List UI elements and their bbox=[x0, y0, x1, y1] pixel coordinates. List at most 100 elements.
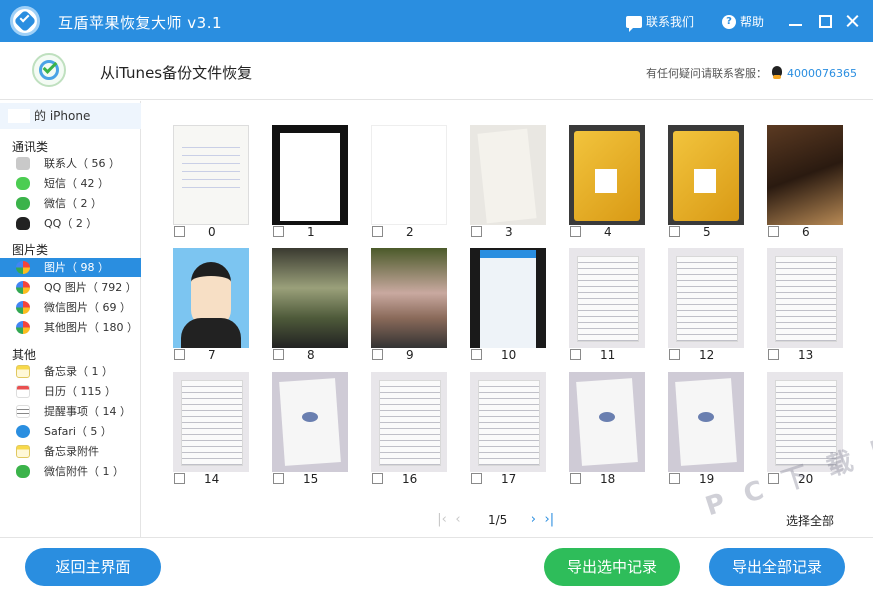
photo-checkbox[interactable] bbox=[669, 473, 680, 484]
wechat-icon bbox=[16, 197, 30, 210]
photo-thumbnail[interactable] bbox=[569, 372, 645, 472]
help-link[interactable]: ? 帮助 bbox=[722, 13, 764, 30]
sidebar-item-label: 短信（ 42 ） bbox=[44, 177, 109, 190]
photo-checkbox[interactable] bbox=[768, 226, 779, 237]
photo-checkbox[interactable] bbox=[273, 473, 284, 484]
photo-thumbnail[interactable] bbox=[569, 248, 645, 348]
photo-index: 14 bbox=[204, 472, 220, 486]
sidebar-item-label: 其他图片（ 180 ） bbox=[44, 321, 138, 334]
photo-thumbnail[interactable] bbox=[173, 372, 249, 472]
back-to-main-button[interactable]: 返回主界面 bbox=[25, 548, 161, 586]
photo-checkbox[interactable] bbox=[174, 349, 185, 360]
photo-checkbox[interactable] bbox=[570, 349, 581, 360]
sidebar-item-wechat-attachments[interactable]: 微信附件（ 1 ） bbox=[0, 462, 141, 481]
sidebar-item-wechat[interactable]: 微信（ 2 ） bbox=[0, 194, 141, 213]
photo-thumbnail[interactable] bbox=[668, 372, 744, 472]
device-item[interactable]: 的 iPhone bbox=[0, 103, 141, 129]
sidebar-item-other-photos[interactable]: 其他图片（ 180 ） bbox=[0, 318, 141, 337]
select-all-link[interactable]: 选择全部 bbox=[786, 512, 834, 529]
photo-checkbox[interactable] bbox=[570, 226, 581, 237]
sidebar-item-label: 提醒事项（ 14 ） bbox=[44, 405, 131, 418]
next-page-icon[interactable]: › bbox=[525, 511, 541, 529]
photo-thumbnail[interactable] bbox=[767, 125, 843, 225]
category-communication: 通讯类 bbox=[12, 140, 49, 154]
photo-thumbnail[interactable] bbox=[470, 372, 546, 472]
export-all-button[interactable]: 导出全部记录 bbox=[709, 548, 845, 586]
note-attachment-icon bbox=[16, 445, 30, 458]
photo-thumbnail[interactable] bbox=[668, 125, 744, 225]
sidebar-item-label: 微信附件（ 1 ） bbox=[44, 465, 124, 478]
export-selected-button[interactable]: 导出选中记录 bbox=[544, 548, 680, 586]
photo-thumbnail[interactable] bbox=[272, 125, 348, 225]
close-button[interactable] bbox=[843, 11, 863, 31]
photo-checkbox[interactable] bbox=[669, 349, 680, 360]
photo-checkbox[interactable] bbox=[372, 473, 383, 484]
sidebar-item-calendar[interactable]: 日历（ 115 ） bbox=[0, 382, 141, 401]
photo-thumbnail[interactable] bbox=[371, 248, 447, 348]
photo-checkbox[interactable] bbox=[471, 349, 482, 360]
app-logo-icon bbox=[10, 6, 40, 36]
sidebar-item-label: 联系人（ 56 ） bbox=[44, 157, 120, 170]
calendar-icon bbox=[16, 385, 30, 398]
sidebar-item-qq[interactable]: QQ（ 2 ） bbox=[0, 214, 141, 233]
photo-checkbox[interactable] bbox=[471, 226, 482, 237]
sidebar-item-wechat-photos[interactable]: 微信图片（ 69 ） bbox=[0, 298, 141, 317]
chat-icon bbox=[626, 15, 642, 32]
photo-checkbox[interactable] bbox=[372, 349, 383, 360]
safari-icon bbox=[16, 425, 30, 438]
photo-thumbnail[interactable] bbox=[569, 125, 645, 225]
sidebar-item-photos[interactable]: 图片（ 98 ） bbox=[0, 258, 141, 277]
photo-checkbox[interactable] bbox=[273, 226, 284, 237]
photos-icon bbox=[16, 261, 30, 274]
sidebar-item-note-attachments[interactable]: 备忘录附件 bbox=[0, 442, 141, 461]
help-label: 帮助 bbox=[740, 15, 765, 29]
sidebar-item-reminders[interactable]: 提醒事项（ 14 ） bbox=[0, 402, 141, 421]
sidebar-item-sms[interactable]: 短信（ 42 ） bbox=[0, 174, 141, 193]
maximize-button[interactable] bbox=[815, 11, 835, 31]
photo-index: 7 bbox=[208, 348, 216, 362]
photo-checkbox[interactable] bbox=[768, 349, 779, 360]
photo-index: 16 bbox=[402, 472, 418, 486]
support-label: 有任何疑问请联系客服： bbox=[646, 67, 767, 80]
sidebar-item-qq-photos[interactable]: QQ 图片（ 792 ） bbox=[0, 278, 141, 297]
last-page-icon[interactable]: ›| bbox=[541, 511, 557, 529]
photo-thumbnail[interactable] bbox=[470, 125, 546, 225]
photo-index: 1 bbox=[307, 225, 315, 239]
first-page-icon[interactable]: |‹ bbox=[434, 511, 450, 529]
photo-checkbox[interactable] bbox=[570, 473, 581, 484]
photo-checkbox[interactable] bbox=[372, 226, 383, 237]
photo-index: 11 bbox=[600, 348, 616, 362]
photo-checkbox[interactable] bbox=[669, 226, 680, 237]
photo-checkbox[interactable] bbox=[273, 349, 284, 360]
photo-index: 12 bbox=[699, 348, 715, 362]
footer-bar: 返回主界面 导出选中记录 导出全部记录 bbox=[0, 537, 873, 595]
app-title: 互盾苹果恢复大师 v3.1 bbox=[58, 14, 223, 32]
category-pictures: 图片类 bbox=[12, 243, 49, 257]
photo-thumbnail[interactable] bbox=[767, 248, 843, 348]
page-header: 从iTunes备份文件恢复 有任何疑问请联系客服： 4000076365 bbox=[0, 42, 873, 100]
photos-icon bbox=[16, 281, 30, 294]
contact-us-link[interactable]: 联系我们 bbox=[626, 13, 694, 32]
photo-checkbox[interactable] bbox=[174, 473, 185, 484]
photo-checkbox[interactable] bbox=[174, 226, 185, 237]
photo-thumbnail[interactable] bbox=[173, 125, 249, 225]
support-info: 有任何疑问请联系客服： 4000076365 bbox=[646, 65, 857, 81]
minimize-button[interactable] bbox=[786, 11, 806, 31]
photo-thumbnail[interactable] bbox=[470, 248, 546, 348]
photo-thumbnail[interactable] bbox=[272, 248, 348, 348]
prev-page-icon[interactable]: ‹ bbox=[450, 511, 466, 529]
photo-thumbnail[interactable] bbox=[173, 248, 249, 348]
photo-index: 18 bbox=[600, 472, 616, 486]
qq-icon bbox=[16, 217, 30, 230]
help-icon: ? bbox=[722, 14, 736, 29]
sidebar-item-contacts[interactable]: 联系人（ 56 ） bbox=[0, 154, 141, 173]
sidebar-item-notes[interactable]: 备忘录（ 1 ） bbox=[0, 362, 141, 381]
photo-thumbnail[interactable] bbox=[668, 248, 744, 348]
photo-thumbnail[interactable] bbox=[371, 125, 447, 225]
photo-checkbox[interactable] bbox=[471, 473, 482, 484]
photo-thumbnail[interactable] bbox=[371, 372, 447, 472]
sidebar-item-label: 日历（ 115 ） bbox=[44, 385, 116, 398]
support-phone-link[interactable]: 4000076365 bbox=[787, 67, 857, 80]
sidebar-item-safari[interactable]: Safari（ 5 ） bbox=[0, 422, 141, 441]
photo-thumbnail[interactable] bbox=[272, 372, 348, 472]
